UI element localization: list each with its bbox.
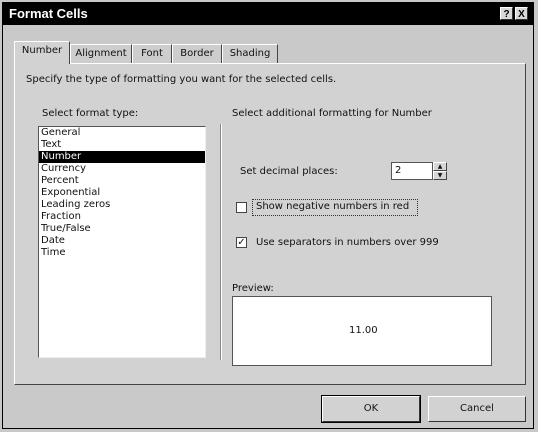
tab-font[interactable]: Font bbox=[132, 44, 172, 63]
close-button[interactable]: X bbox=[515, 7, 528, 20]
format-type-label: Select format type: bbox=[42, 108, 139, 119]
spin-down-icon[interactable]: ▼ bbox=[433, 171, 447, 180]
dialog-title: Format Cells bbox=[9, 6, 88, 21]
preview-box: 11.00 bbox=[232, 296, 492, 366]
list-item[interactable]: Date bbox=[39, 235, 205, 247]
spin-up-icon[interactable]: ▲ bbox=[433, 162, 447, 171]
options-heading: Select additional formatting for Number bbox=[232, 108, 432, 119]
list-item[interactable]: General bbox=[39, 127, 205, 139]
tab-number[interactable]: Number bbox=[14, 41, 70, 64]
negative-red-label[interactable]: Show negative numbers in red bbox=[256, 201, 409, 212]
list-item[interactable]: Exponential bbox=[39, 187, 205, 199]
tab-shading[interactable]: Shading bbox=[222, 44, 278, 63]
preview-label: Preview: bbox=[232, 283, 274, 294]
list-item[interactable]: Leading zeros bbox=[39, 199, 205, 211]
tab-alignment[interactable]: Alignment bbox=[70, 44, 132, 63]
title-bar: Format Cells ? X bbox=[3, 3, 533, 25]
negative-red-checkbox[interactable] bbox=[236, 202, 247, 213]
format-type-list[interactable]: General Text Number Currency Percent Exp… bbox=[38, 126, 206, 358]
list-item[interactable]: Text bbox=[39, 139, 205, 151]
tab-border[interactable]: Border bbox=[172, 44, 222, 63]
decimal-places-label: Set decimal places: bbox=[240, 166, 338, 177]
separators-label[interactable]: Use separators in numbers over 999 bbox=[256, 237, 439, 248]
list-item[interactable]: Percent bbox=[39, 175, 205, 187]
ok-button[interactable]: OK bbox=[321, 395, 421, 423]
panel-divider bbox=[220, 124, 222, 360]
list-item[interactable]: Currency bbox=[39, 163, 205, 175]
cancel-button[interactable]: Cancel bbox=[428, 396, 526, 422]
list-item-selected[interactable]: Number bbox=[39, 151, 205, 163]
instruction-text: Specify the type of formatting you want … bbox=[26, 74, 337, 85]
preview-value: 11.00 bbox=[349, 325, 378, 336]
list-item[interactable]: True/False bbox=[39, 223, 205, 235]
list-item[interactable]: Fraction bbox=[39, 211, 205, 223]
list-item[interactable]: Time bbox=[39, 247, 205, 259]
separators-checkbox[interactable]: ✓ bbox=[236, 237, 247, 248]
help-button[interactable]: ? bbox=[500, 7, 513, 20]
decimal-places-input[interactable]: 2 bbox=[391, 162, 433, 180]
